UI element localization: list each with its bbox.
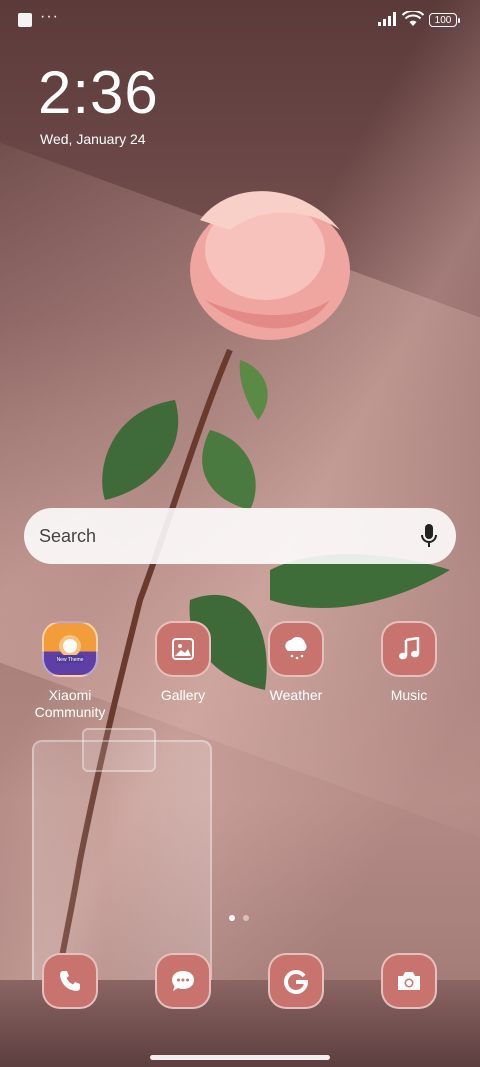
more-notifications-icon: ··· xyxy=(40,8,59,25)
search-placeholder: Search xyxy=(39,526,97,546)
page-dot xyxy=(243,915,249,921)
microphone-icon[interactable] xyxy=(420,523,438,549)
messages-icon xyxy=(155,953,211,1009)
music-icon xyxy=(381,621,437,677)
app-label: Weather xyxy=(269,687,323,703)
app-xiaomi-community[interactable]: New Theme Xiaomi Community xyxy=(25,621,115,721)
wifi-icon xyxy=(402,11,424,26)
xiaomi-community-icon: New Theme xyxy=(42,621,98,677)
gallery-icon xyxy=(155,621,211,677)
clock-date[interactable]: Wed, January 24 xyxy=(40,131,146,147)
app-label: Xiaomi Community xyxy=(34,687,106,720)
clock-time[interactable]: 2:36 xyxy=(38,58,159,127)
svg-text:New Theme: New Theme xyxy=(57,657,84,663)
battery-icon: 100 xyxy=(429,13,460,27)
weather-icon xyxy=(268,621,324,677)
dock-camera[interactable] xyxy=(364,953,454,1009)
dock-phone[interactable] xyxy=(25,953,115,1009)
app-label: Gallery xyxy=(160,687,206,703)
search-bar[interactable]: Search xyxy=(24,508,456,564)
notification-icon xyxy=(18,13,32,27)
app-gallery[interactable]: Gallery xyxy=(138,621,228,704)
app-music[interactable]: Music xyxy=(364,621,454,704)
home-indicator[interactable] xyxy=(150,1055,330,1060)
dock-google[interactable] xyxy=(251,953,341,1009)
camera-icon xyxy=(381,953,437,1009)
google-icon xyxy=(268,953,324,1009)
app-label: Music xyxy=(390,687,428,703)
status-bar: ··· 100 xyxy=(0,0,480,42)
phone-icon xyxy=(42,953,98,1009)
signal-icon xyxy=(378,12,396,26)
page-dot-active xyxy=(229,915,235,921)
app-weather[interactable]: Weather xyxy=(251,621,341,704)
page-indicator xyxy=(229,908,257,926)
dock-messages[interactable] xyxy=(138,953,228,1009)
